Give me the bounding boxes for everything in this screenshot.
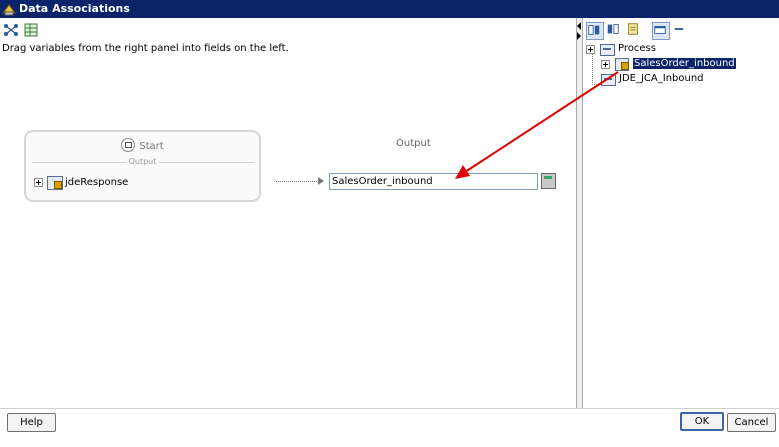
expand-icon[interactable] xyxy=(601,60,610,69)
panel-splitter[interactable] xyxy=(576,18,583,408)
title-bar: Data Associations xyxy=(0,0,779,18)
output-section-label: Output xyxy=(125,157,160,166)
start-label: Start xyxy=(139,141,164,152)
help-button[interactable]: Help xyxy=(7,413,56,432)
tree-label-salesorder: SalesOrder_inbound xyxy=(633,58,736,69)
process-icon xyxy=(601,74,616,86)
footer-divider xyxy=(0,408,779,409)
expression-builder-icon[interactable] xyxy=(541,173,556,189)
start-activity-box: Start Output jdeResponse xyxy=(24,130,261,202)
cancel-button[interactable]: Cancel xyxy=(727,413,776,432)
minus-icon[interactable] xyxy=(672,22,688,38)
collapse-right-icon[interactable] xyxy=(577,32,581,40)
expand-icon[interactable] xyxy=(34,178,43,187)
collapse-left-icon[interactable] xyxy=(577,22,581,30)
tree-label-jde-jca: JDE_JCA_Inbound xyxy=(619,73,704,84)
variables-panel: Process SalesOrder_inbound JDE_JCA_Inbou… xyxy=(583,18,779,408)
process-icon xyxy=(600,44,615,56)
variable-label: jdeResponse xyxy=(65,177,129,188)
connector-arrow-icon xyxy=(318,177,324,185)
right-toolbar xyxy=(586,22,706,40)
lock-icon xyxy=(621,62,629,70)
start-header: Start xyxy=(26,138,259,153)
spreadsheet-icon[interactable] xyxy=(23,22,39,38)
mapping-connector xyxy=(276,181,321,182)
list-icon[interactable] xyxy=(626,22,642,38)
instructions-text: Drag variables from the right panel into… xyxy=(2,43,289,54)
sort-up-icon[interactable] xyxy=(586,22,604,40)
lock-icon xyxy=(54,181,62,189)
app-icon xyxy=(2,4,16,16)
window-icon[interactable] xyxy=(652,22,670,40)
output-target-field[interactable]: SalesOrder_inbound xyxy=(329,173,538,190)
tree-label-process: Process xyxy=(618,43,656,54)
collapse-icon[interactable] xyxy=(586,45,595,54)
sort-down-icon[interactable] xyxy=(606,22,622,38)
output-header: Output xyxy=(396,138,431,149)
ok-button[interactable]: OK xyxy=(680,412,724,431)
variable-icon xyxy=(615,58,629,71)
variable-icon xyxy=(47,176,63,190)
start-icon xyxy=(121,138,136,152)
window-title: Data Associations xyxy=(19,2,130,15)
map-icon[interactable] xyxy=(3,22,19,38)
